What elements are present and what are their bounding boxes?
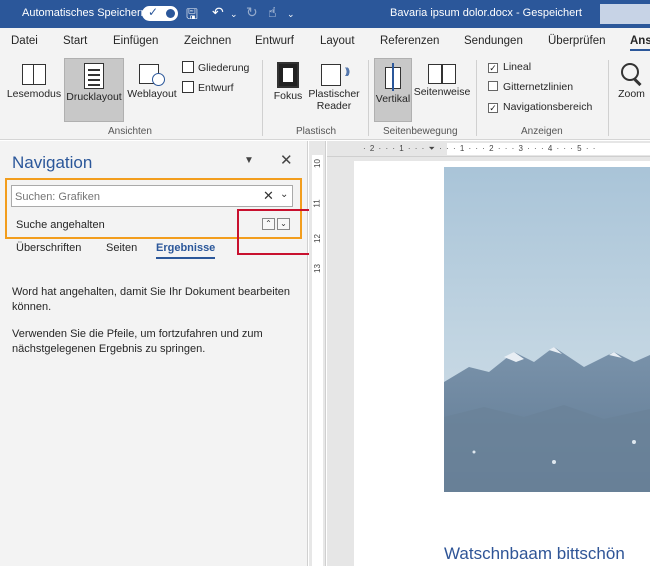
autosave-toggle[interactable]: ✓: [142, 5, 178, 21]
side-to-side-icon: [427, 62, 457, 84]
group-separator: [262, 60, 263, 136]
lesemodus-label: Lesemodus: [6, 88, 62, 100]
navigation-title: Navigation: [12, 153, 93, 172]
undo-dropdown-icon[interactable]: ⌄: [230, 9, 238, 20]
weblayout-button[interactable]: Weblayout: [125, 58, 179, 122]
gliederung-label: Gliederung: [198, 62, 250, 74]
gitternetzlinien-label: Gitternetzlinien: [503, 81, 574, 93]
zoom-label: Zoom: [618, 88, 645, 100]
tab-ansicht[interactable]: Ansi: [630, 35, 650, 51]
zoom-icon: [620, 62, 644, 86]
plastischer-reader-label-1: Plastischer: [308, 88, 360, 100]
document-page[interactable]: Watschnbaam bittschön: [354, 161, 650, 566]
tab-datei[interactable]: Datei: [11, 35, 38, 47]
drucklayout-label: Drucklayout: [66, 91, 122, 103]
toggle-knob: [166, 9, 175, 18]
weblayout-label: Weblayout: [127, 88, 177, 100]
document-heading[interactable]: Watschnbaam bittschön: [444, 544, 625, 564]
fokus-button[interactable]: Fokus: [270, 58, 306, 122]
customize-quick-access-icon[interactable]: ⌄: [287, 9, 295, 20]
save-icon[interactable]: 🖫: [186, 4, 198, 28]
lineal-checkbox-box: ✓: [488, 63, 498, 73]
tab-ueberpruefen[interactable]: Überprüfen: [548, 35, 606, 47]
book-icon: [21, 62, 47, 86]
close-icon[interactable]: ✕: [280, 151, 293, 169]
tab-einfuegen[interactable]: Einfügen: [113, 35, 158, 47]
print-layout-icon: [84, 63, 104, 89]
fokus-label: Fokus: [273, 90, 303, 102]
undo-icon[interactable]: ↶: [212, 4, 224, 21]
title-search-box[interactable]: [600, 4, 650, 24]
arrow-hint-message: Verwenden Sie die Pfeile, um fortzufahre…: [12, 328, 263, 355]
group-label-seitenbewegung: Seitenbewegung: [383, 126, 458, 137]
autosave-label: Automatisches Speichern: [22, 7, 147, 19]
navigationsbereich-label: Navigationsbereich: [503, 101, 593, 113]
tab-ueberschriften[interactable]: Überschriften: [16, 242, 81, 254]
vertikal-label: Vertikal: [375, 93, 411, 105]
tab-seiten[interactable]: Seiten: [106, 242, 137, 254]
ruler-number: 11: [312, 199, 322, 208]
zoom-button[interactable]: Zoom: [613, 58, 650, 122]
gitternetzlinien-checkbox-box: [488, 81, 498, 91]
navigationsbereich-checkbox-box: ✓: [488, 103, 498, 113]
ruler-number: 12: [312, 234, 322, 243]
group-label-plastisch: Plastisch: [296, 126, 337, 137]
lesemodus-button[interactable]: Lesemodus: [6, 58, 62, 122]
tab-ergebnisse[interactable]: Ergebnisse: [156, 242, 216, 259]
outline-icon: [182, 61, 194, 73]
mountain-photo-graphic: [444, 167, 650, 492]
group-separator: [476, 60, 477, 136]
ruler-number: 10: [312, 159, 322, 168]
tab-layout[interactable]: Layout: [320, 35, 355, 47]
touch-mode-icon[interactable]: ☝: [268, 4, 277, 21]
document-title: Bavaria ipsum dolor.docx - Gespeichert: [390, 7, 582, 19]
tab-zeichnen[interactable]: Zeichnen: [184, 35, 231, 47]
entwurf-label: Entwurf: [198, 82, 234, 94]
tab-referenzen[interactable]: Referenzen: [380, 35, 439, 47]
group-separator: [608, 60, 609, 136]
check-icon: ✓: [148, 5, 159, 19]
ribbon: Lesemodus Drucklayout Weblayout Gliederu…: [0, 54, 650, 140]
draft-icon: [182, 81, 194, 93]
group-separator: [368, 60, 369, 136]
ribbon-tabs: Datei Start Einfügen Zeichnen Entwurf La…: [0, 28, 650, 54]
gliederung-button[interactable]: Gliederung: [182, 61, 249, 74]
drucklayout-button[interactable]: Drucklayout: [64, 58, 124, 122]
plastischer-reader-label-2: Reader: [316, 100, 352, 112]
seitenweise-button[interactable]: Seitenweise: [412, 58, 472, 122]
gitternetzlinien-checkbox[interactable]: Gitternetzlinien: [488, 81, 573, 93]
immersive-reader-icon: [320, 62, 348, 86]
document-area: · 2 · · · 1 · · · ⏷ · · · 1 · · · 2 · · …: [327, 141, 650, 566]
redo-icon: ↻: [246, 4, 258, 20]
vertical-scroll-icon: [382, 63, 404, 91]
focus-icon: [277, 62, 299, 88]
seitenweise-label: Seitenweise: [413, 86, 471, 98]
group-label-ansichten: Ansichten: [108, 126, 152, 137]
paused-message: Word hat angehalten, damit Sie Ihr Dokum…: [12, 286, 291, 313]
lineal-label: Lineal: [503, 61, 532, 73]
mountain-image[interactable]: [444, 167, 650, 492]
horizontal-ruler[interactable]: · 2 · · · 1 · · · ⏷ · · · 1 · · · 2 · · …: [327, 141, 650, 157]
ruler-number: 13: [312, 264, 322, 273]
title-bar: Automatisches Speichern ✓ 🖫 ↶ ⌄ ↻ ☝ ⌄ Ba…: [0, 0, 650, 28]
plastischer-reader-button[interactable]: Plastischer Reader: [306, 58, 362, 122]
vertical-ruler[interactable]: 10 11 12 13: [309, 141, 326, 566]
web-layout-icon: [139, 62, 165, 86]
tab-entwurf[interactable]: Entwurf: [255, 35, 294, 47]
navigation-pane: Navigation ▼ ✕ ✕ ⌄ Suche angehalten ⌃ ⌄ …: [0, 141, 313, 566]
ruler-white-area: [312, 155, 323, 566]
lineal-checkbox[interactable]: ✓ Lineal: [488, 61, 531, 73]
vertikal-button[interactable]: Vertikal: [374, 58, 412, 122]
tab-sendungen[interactable]: Sendungen: [464, 35, 523, 47]
ruler-ticks: · 2 · · · 1 · · · ⏷ · · · 1 · · · 2 · · …: [363, 144, 597, 153]
pane-options-icon[interactable]: ▼: [244, 155, 254, 166]
highlight-arrow-buttons: [237, 209, 313, 255]
entwurf-button[interactable]: Entwurf: [182, 81, 234, 94]
tab-start[interactable]: Start: [63, 35, 87, 47]
navigationsbereich-checkbox[interactable]: ✓ Navigationsbereich: [488, 101, 592, 113]
group-label-anzeigen: Anzeigen: [521, 126, 563, 137]
